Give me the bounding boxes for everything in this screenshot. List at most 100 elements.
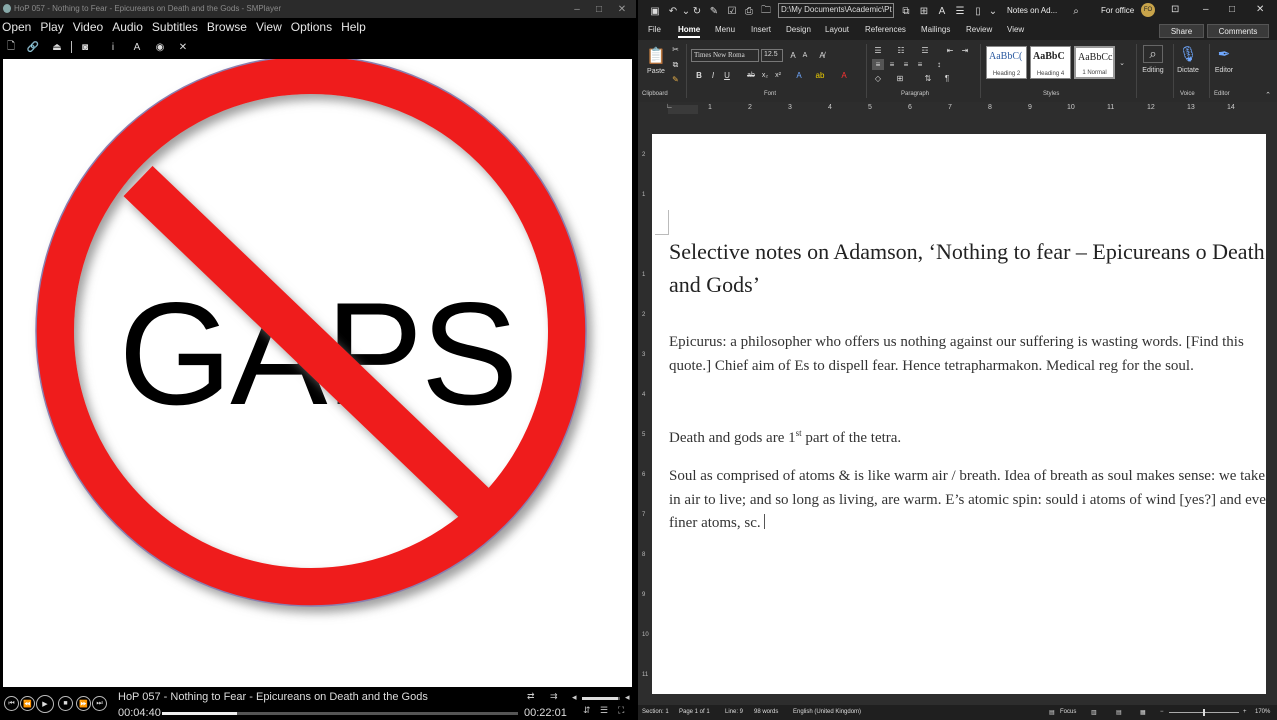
equalizer-icon[interactable]: ☰ [600, 705, 608, 716]
align-center-icon[interactable]: ≡ [886, 59, 898, 70]
minimize-icon[interactable]: – [565, 0, 589, 18]
style-heading-4[interactable]: AaBbC Heading 4 [1030, 46, 1071, 79]
seek-bar[interactable] [162, 712, 518, 715]
tab-view[interactable]: View [1007, 25, 1024, 34]
multilevel-list-icon[interactable]: ☲ [919, 45, 931, 56]
play-icon[interactable]: ▶ [36, 695, 54, 713]
style-normal[interactable]: AaBbCcl 1 Normal [1074, 46, 1115, 79]
status-page[interactable]: Page 1 of 1 [679, 709, 710, 715]
shrink-font-icon[interactable]: A [800, 49, 810, 61]
menu-view[interactable]: View [256, 20, 282, 34]
increase-indent-icon[interactable]: ⇥ [959, 45, 971, 56]
tab-review[interactable]: Review [966, 25, 992, 34]
video-area[interactable]: GAPS [3, 59, 632, 687]
tab-insert[interactable]: Insert [751, 25, 771, 34]
paragraph-1[interactable]: Epicurus: a philosopher who offers us no… [669, 331, 1266, 378]
web-layout-icon[interactable]: ▦ [1140, 709, 1146, 716]
previous-icon[interactable]: ⏮ [4, 696, 19, 711]
tab-mailings[interactable]: Mailings [921, 25, 950, 34]
tab-file[interactable]: File [648, 25, 661, 34]
page-icon[interactable]: ▯ [972, 5, 984, 17]
show-marks-icon[interactable]: ¶ [941, 73, 953, 84]
bold-icon[interactable]: B [694, 69, 704, 81]
rewind-icon[interactable]: ⏪ [20, 696, 35, 711]
zoom-out-icon[interactable]: − [1160, 709, 1164, 715]
smplayer-titlebar[interactable]: HoP 057 - Nothing to Fear - Epicureans o… [0, 0, 636, 18]
editor-label[interactable]: Editor [1209, 66, 1239, 75]
indent-icon[interactable]: ☰ [954, 5, 966, 17]
align-left-icon[interactable]: ≡ [872, 59, 884, 70]
menu-video[interactable]: Video [73, 20, 103, 34]
preferences-icon[interactable]: ✕ [176, 40, 190, 54]
grow-font-icon[interactable]: A [788, 49, 798, 61]
status-section[interactable]: Section: 1 [642, 709, 669, 715]
stop-icon[interactable]: ■ [58, 696, 73, 711]
forward-icon[interactable]: ⏩ [76, 696, 91, 711]
collapse-ribbon-icon[interactable]: ⌃ [1263, 90, 1273, 99]
close-icon[interactable]: ✕ [610, 0, 634, 18]
numbering-icon[interactable]: ☷ [895, 45, 907, 56]
zoom-level[interactable]: 170% [1255, 709, 1270, 715]
paragraph-3[interactable]: Soul as comprised of atoms & is like war… [669, 465, 1266, 536]
format-painter-icon[interactable]: ✎ [670, 74, 681, 85]
tab-menu[interactable]: Menu [715, 25, 735, 34]
maximize-icon[interactable]: □ [587, 0, 611, 18]
status-words[interactable]: 98 words [754, 709, 778, 715]
highlight-icon[interactable]: ab [814, 69, 826, 81]
document-page[interactable]: Selective notes on Adamson, ‘Nothing to … [652, 134, 1266, 694]
underline-icon[interactable]: U [722, 69, 732, 81]
open-folder-icon[interactable]: 🗀 [760, 5, 772, 17]
undo-icon[interactable]: ↶ [667, 5, 679, 17]
search-icon[interactable]: ⌕ [1070, 5, 1082, 17]
styles-icon[interactable]: ⊞ [918, 5, 930, 17]
audio-track-icon[interactable]: ◉ [153, 40, 167, 54]
avatar[interactable]: FO [1141, 3, 1155, 17]
screenshot-icon[interactable]: ◙ [78, 40, 92, 54]
ribbon-display-icon[interactable]: ⊡ [1171, 4, 1179, 15]
editor-pen-icon[interactable]: ✒ [1215, 45, 1233, 63]
style-heading-2[interactable]: AaBbC( Heading 2 [986, 46, 1027, 79]
menu-help[interactable]: Help [341, 20, 366, 34]
open-file-icon[interactable]: 🗋 [4, 40, 18, 54]
save-icon[interactable]: ▣ [649, 5, 661, 17]
horizontal-ruler[interactable]: 1 2 3 4 5 6 7 8 9 10 11 12 13 14 ∟ [638, 102, 1277, 116]
paste-label[interactable]: Paste [645, 67, 667, 75]
tab-references[interactable]: References [865, 25, 906, 34]
close-icon[interactable]: ✕ [1256, 4, 1264, 15]
menu-subtitles[interactable]: Subtitles [152, 20, 198, 34]
cut-icon[interactable]: ✂ [670, 44, 681, 55]
menu-options[interactable]: Options [291, 20, 332, 34]
volume-icon[interactable]: ◂ [572, 692, 577, 703]
status-line[interactable]: Line: 9 [725, 709, 743, 715]
dictate-label[interactable]: Dictate [1173, 66, 1203, 75]
share-button[interactable]: Share [1159, 24, 1204, 38]
microphone-icon[interactable]: 🎙 [1178, 45, 1197, 63]
tab-layout[interactable]: Layout [825, 25, 849, 34]
redo-icon[interactable]: ↻ [691, 5, 703, 17]
zoom-slider-thumb[interactable] [1203, 709, 1205, 716]
align-right-icon[interactable]: ≡ [900, 59, 912, 70]
paragraph-2[interactable]: Death and gods are 1st part of the tetra… [669, 422, 1266, 451]
menu-audio[interactable]: Audio [112, 20, 143, 34]
comments-button[interactable]: Comments [1207, 24, 1269, 38]
volume-slider[interactable] [582, 697, 620, 700]
font-color-icon[interactable]: A [936, 5, 948, 17]
info-icon[interactable]: i [106, 40, 120, 54]
tab-home[interactable]: Home [678, 25, 701, 38]
sort-icon[interactable]: ⇅ [922, 73, 934, 84]
paste-icon[interactable]: 📋 [645, 45, 667, 67]
status-focus[interactable]: Focus [1060, 709, 1076, 715]
line-spacing-icon[interactable]: ↕ [932, 59, 946, 70]
zoom-in-icon[interactable]: + [1243, 709, 1247, 715]
minimize-icon[interactable]: – [1203, 4, 1209, 15]
strikethrough-icon[interactable]: ab [745, 69, 757, 81]
subtitle-icon[interactable]: A [130, 40, 144, 54]
subscript-icon[interactable]: x₂ [760, 69, 770, 81]
find-icon[interactable]: ⌕ [1143, 45, 1163, 63]
font-size-select[interactable]: 12.5 [761, 49, 783, 62]
decrease-indent-icon[interactable]: ⇤ [944, 45, 956, 56]
italic-icon[interactable]: I [708, 69, 718, 81]
editing-label[interactable]: Editing [1138, 66, 1168, 75]
playlist-icon[interactable]: ⇵ [583, 705, 591, 716]
clear-formatting-icon[interactable]: A̸ [816, 49, 828, 61]
